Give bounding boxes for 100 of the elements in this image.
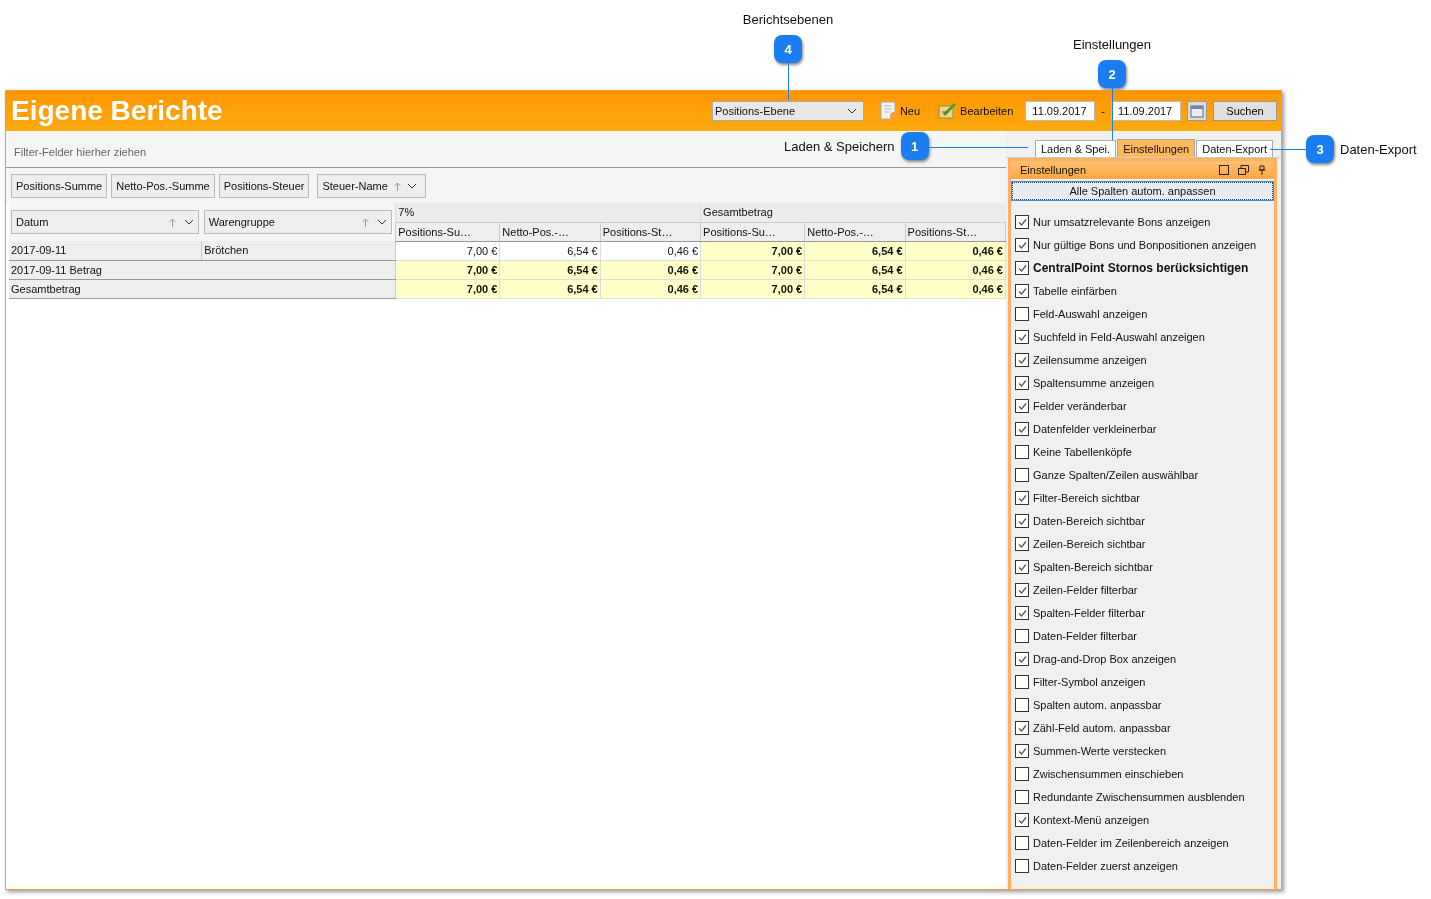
tab[interactable]: Laden & Spei. xyxy=(1035,140,1117,157)
option-label: Zeilen-Felder filterbar xyxy=(1033,584,1138,596)
option-label: Zwischensummen einschieben xyxy=(1033,768,1184,780)
column-group-header: 7% xyxy=(395,203,701,222)
option-label: Spalten autom. anpassbar xyxy=(1033,699,1162,711)
option-label: Spaltensumme anzeigen xyxy=(1033,377,1155,389)
chevron-icon xyxy=(377,219,388,225)
checkbox[interactable] xyxy=(1015,767,1029,781)
option-label: Filter-Bereich sichtbar xyxy=(1033,492,1140,504)
calendar-icon xyxy=(1190,104,1204,118)
sort-arrow-icon xyxy=(393,181,401,191)
column-header: Positions-St… xyxy=(600,222,701,241)
maximize-icon[interactable] xyxy=(1219,165,1229,175)
column-header: Positions-St… xyxy=(905,222,1006,241)
checkbox[interactable] xyxy=(1015,606,1029,620)
row-field-button[interactable]: Warengruppe xyxy=(203,210,393,234)
option-label: Tabelle einfärben xyxy=(1033,285,1117,297)
column-header: Netto-Pos.-… xyxy=(499,222,601,241)
pin-icon[interactable] xyxy=(1258,165,1266,175)
data-field-button[interactable]: Netto-Pos.-Summe xyxy=(111,174,215,198)
checkbox[interactable] xyxy=(1015,491,1029,505)
checkbox[interactable] xyxy=(1015,744,1029,758)
restore-icon[interactable] xyxy=(1238,165,1249,175)
checkbox[interactable] xyxy=(1015,859,1029,873)
chevron-icon xyxy=(846,108,857,114)
checkbox[interactable] xyxy=(1015,330,1029,344)
row-field-button[interactable]: Datum xyxy=(11,210,199,234)
column-header: Positions-Su… xyxy=(395,222,500,241)
option-label: Filter-Symbol anzeigen xyxy=(1033,676,1146,688)
edit-button[interactable]: Bearbeiten xyxy=(932,102,1020,120)
checkbox[interactable] xyxy=(1015,215,1029,229)
checkbox[interactable] xyxy=(1015,376,1029,390)
checkbox[interactable] xyxy=(1015,813,1029,827)
date-to-field[interactable]: 11.09.2017 xyxy=(1111,101,1181,121)
checkbox[interactable] xyxy=(1015,560,1029,574)
option-label: Drag-and-Drop Box anzeigen xyxy=(1033,653,1177,665)
option-label: Nur umsatzrelevante Bons anzeigen xyxy=(1033,216,1211,228)
checkbox[interactable] xyxy=(1015,422,1029,436)
checkbox[interactable] xyxy=(1015,284,1029,298)
fit-columns-button[interactable]: Alle Spalten autom. anpassen xyxy=(1012,182,1273,200)
callout-label: Laden & Speichern xyxy=(784,138,895,154)
callout-badge: 1 xyxy=(900,132,929,160)
option-label: Spalten-Felder filterbar xyxy=(1033,607,1145,619)
checkbox[interactable] xyxy=(1015,675,1029,689)
checkbox[interactable] xyxy=(1015,652,1029,666)
column-field-button[interactable]: Steuer-Name xyxy=(317,174,426,198)
checkbox[interactable] xyxy=(1015,307,1029,321)
option-label: Daten-Bereich sichtbar xyxy=(1033,515,1145,527)
column-group-header: Gesamtbetrag xyxy=(700,203,1006,222)
data-field-button[interactable]: Positions-Summe xyxy=(11,174,108,198)
checkbox[interactable] xyxy=(1015,468,1029,482)
row-label: Brötchen xyxy=(201,241,396,260)
checkbox[interactable] xyxy=(1015,698,1029,712)
data-field-button[interactable]: Positions-Steuer xyxy=(218,174,310,198)
checkbox[interactable] xyxy=(1015,721,1029,735)
new-button[interactable]: Neu xyxy=(873,101,927,121)
option-label: Spalten-Bereich sichtbar xyxy=(1033,561,1153,573)
checkbox[interactable] xyxy=(1015,629,1029,643)
edit-icon xyxy=(938,102,959,120)
chevron-icon xyxy=(183,219,194,225)
checkbox[interactable] xyxy=(1015,353,1029,367)
option-label: Suchfeld in Feld-Auswahl anzeigen xyxy=(1033,331,1205,343)
calendar-button[interactable] xyxy=(1187,101,1207,121)
option-label: Daten-Felder filterbar xyxy=(1033,630,1137,642)
checkbox[interactable] xyxy=(1015,238,1029,252)
callout-badge: 2 xyxy=(1098,60,1126,88)
option-label: Keine Tabellenköpfe xyxy=(1033,446,1132,458)
date-from-field[interactable]: 11.09.2017 xyxy=(1025,101,1096,121)
sort-arrow-icon xyxy=(168,217,176,227)
checkbox[interactable] xyxy=(1015,514,1029,528)
callout-badge: 4 xyxy=(774,35,802,63)
tab[interactable]: Daten-Export xyxy=(1196,140,1273,157)
checkbox[interactable] xyxy=(1015,445,1029,459)
checkbox[interactable] xyxy=(1015,836,1029,850)
search-button[interactable]: Suchen xyxy=(1213,101,1277,121)
checkbox[interactable] xyxy=(1015,399,1029,413)
date-separator: - xyxy=(1101,105,1105,117)
option-label: Felder veränderbar xyxy=(1033,400,1127,412)
level-select[interactable]: Positions-Ebene xyxy=(711,101,864,121)
column-header: Netto-Pos.-… xyxy=(804,222,906,241)
option-label: Zeilen-Bereich sichtbar xyxy=(1033,538,1146,550)
checkbox[interactable] xyxy=(1015,790,1029,804)
option-label: Nur gültige Bons und Bonpositionen anzeigen xyxy=(1033,239,1257,251)
option-label: Zeilensumme anzeigen xyxy=(1033,354,1147,366)
tab[interactable]: Einstellungen xyxy=(1117,139,1196,157)
checkbox[interactable] xyxy=(1015,537,1029,551)
callout-label: Einstellungen xyxy=(1072,37,1152,52)
option-label: Datenfelder verkleinerbar xyxy=(1033,423,1157,435)
window-title: Eigene Berichte xyxy=(11,95,223,127)
option-label: Summen-Werte verstecken xyxy=(1033,745,1167,757)
option-label: Ganze Spalten/Zeilen auswählbar xyxy=(1033,469,1199,481)
option-label: Feld-Auswahl anzeigen xyxy=(1033,308,1148,320)
option-label: Daten-Felder zuerst anzeigen xyxy=(1033,860,1178,872)
option-label: Daten-Felder im Zeilenbereich anzeigen xyxy=(1033,837,1229,849)
checkbox[interactable] xyxy=(1015,261,1029,275)
option-label: Redundante Zwischensummen ausblenden xyxy=(1033,791,1245,803)
option-label: Kontext-Menü anzeigen xyxy=(1033,814,1150,826)
option-label: CentralPoint Stornos berücksichtigen xyxy=(1033,261,1249,275)
checkbox[interactable] xyxy=(1015,583,1029,597)
callout-label: Berichtsebenen xyxy=(742,12,834,27)
